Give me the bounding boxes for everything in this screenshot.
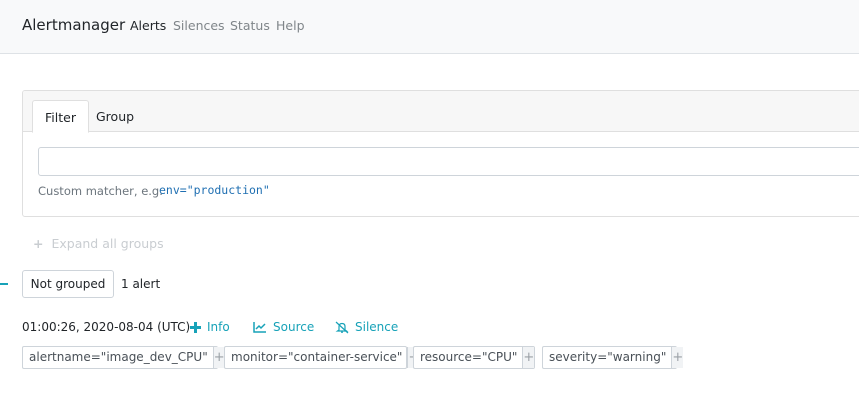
plus-icon: + — [33, 236, 44, 251]
add-label-filter-button[interactable]: + — [212, 347, 225, 368]
brand-title[interactable]: Alertmanager — [22, 16, 125, 34]
navbar: Alertmanager Alerts Silences Status Help — [0, 0, 859, 54]
tab-filter[interactable]: Filter — [32, 100, 89, 133]
label-resource: resource="CPU" + — [413, 346, 535, 369]
label-text[interactable]: resource="CPU" — [414, 347, 522, 368]
label-text[interactable]: severity="warning" — [543, 347, 671, 368]
filter-input[interactable] — [38, 147, 859, 176]
group-collapse-indicator[interactable] — [0, 283, 8, 285]
chart-line-icon — [253, 322, 266, 333]
tab-group[interactable]: Group — [84, 100, 146, 133]
not-grouped-button[interactable]: Not grouped — [22, 270, 114, 298]
label-alertname: alertname="image_dev_CPU" + — [22, 346, 225, 369]
add-label-filter-button[interactable]: + — [522, 347, 535, 368]
label-text[interactable]: alertname="image_dev_CPU" — [23, 347, 213, 368]
nav-link-status[interactable]: Status — [230, 18, 270, 33]
label-severity: severity="warning" + — [542, 346, 684, 369]
bell-slash-icon — [335, 321, 349, 333]
filter-hint-example: env="production" — [159, 183, 270, 197]
label-text[interactable]: monitor="container-service" — [225, 347, 407, 368]
filter-card-header: Filter Group — [23, 91, 859, 133]
expand-all-groups-button[interactable]: + Expand all groups — [33, 236, 164, 251]
add-label-filter-button[interactable]: + — [671, 347, 684, 368]
info-label: Info — [207, 320, 230, 334]
alert-timestamp: 01:00:26, 2020-08-04 (UTC) — [22, 320, 191, 334]
expand-all-label: Expand all groups — [51, 236, 164, 251]
nav-link-alerts[interactable]: Alerts — [130, 18, 166, 33]
label-monitor: monitor="container-service" + — [224, 346, 420, 369]
nav-link-silences[interactable]: Silences — [173, 18, 225, 33]
alert-count: 1 alert — [121, 277, 161, 291]
plus-icon — [190, 321, 201, 333]
silence-button[interactable]: Silence — [335, 320, 398, 334]
nav-link-help[interactable]: Help — [276, 18, 305, 33]
filter-card: Filter Group Custom matcher, e.g. env="p… — [22, 90, 859, 217]
source-label: Source — [273, 320, 315, 334]
source-button[interactable]: Source — [253, 320, 314, 334]
info-button[interactable]: Info — [190, 320, 230, 334]
filter-hint: Custom matcher, e.g. — [38, 184, 163, 198]
silence-label: Silence — [355, 320, 399, 334]
